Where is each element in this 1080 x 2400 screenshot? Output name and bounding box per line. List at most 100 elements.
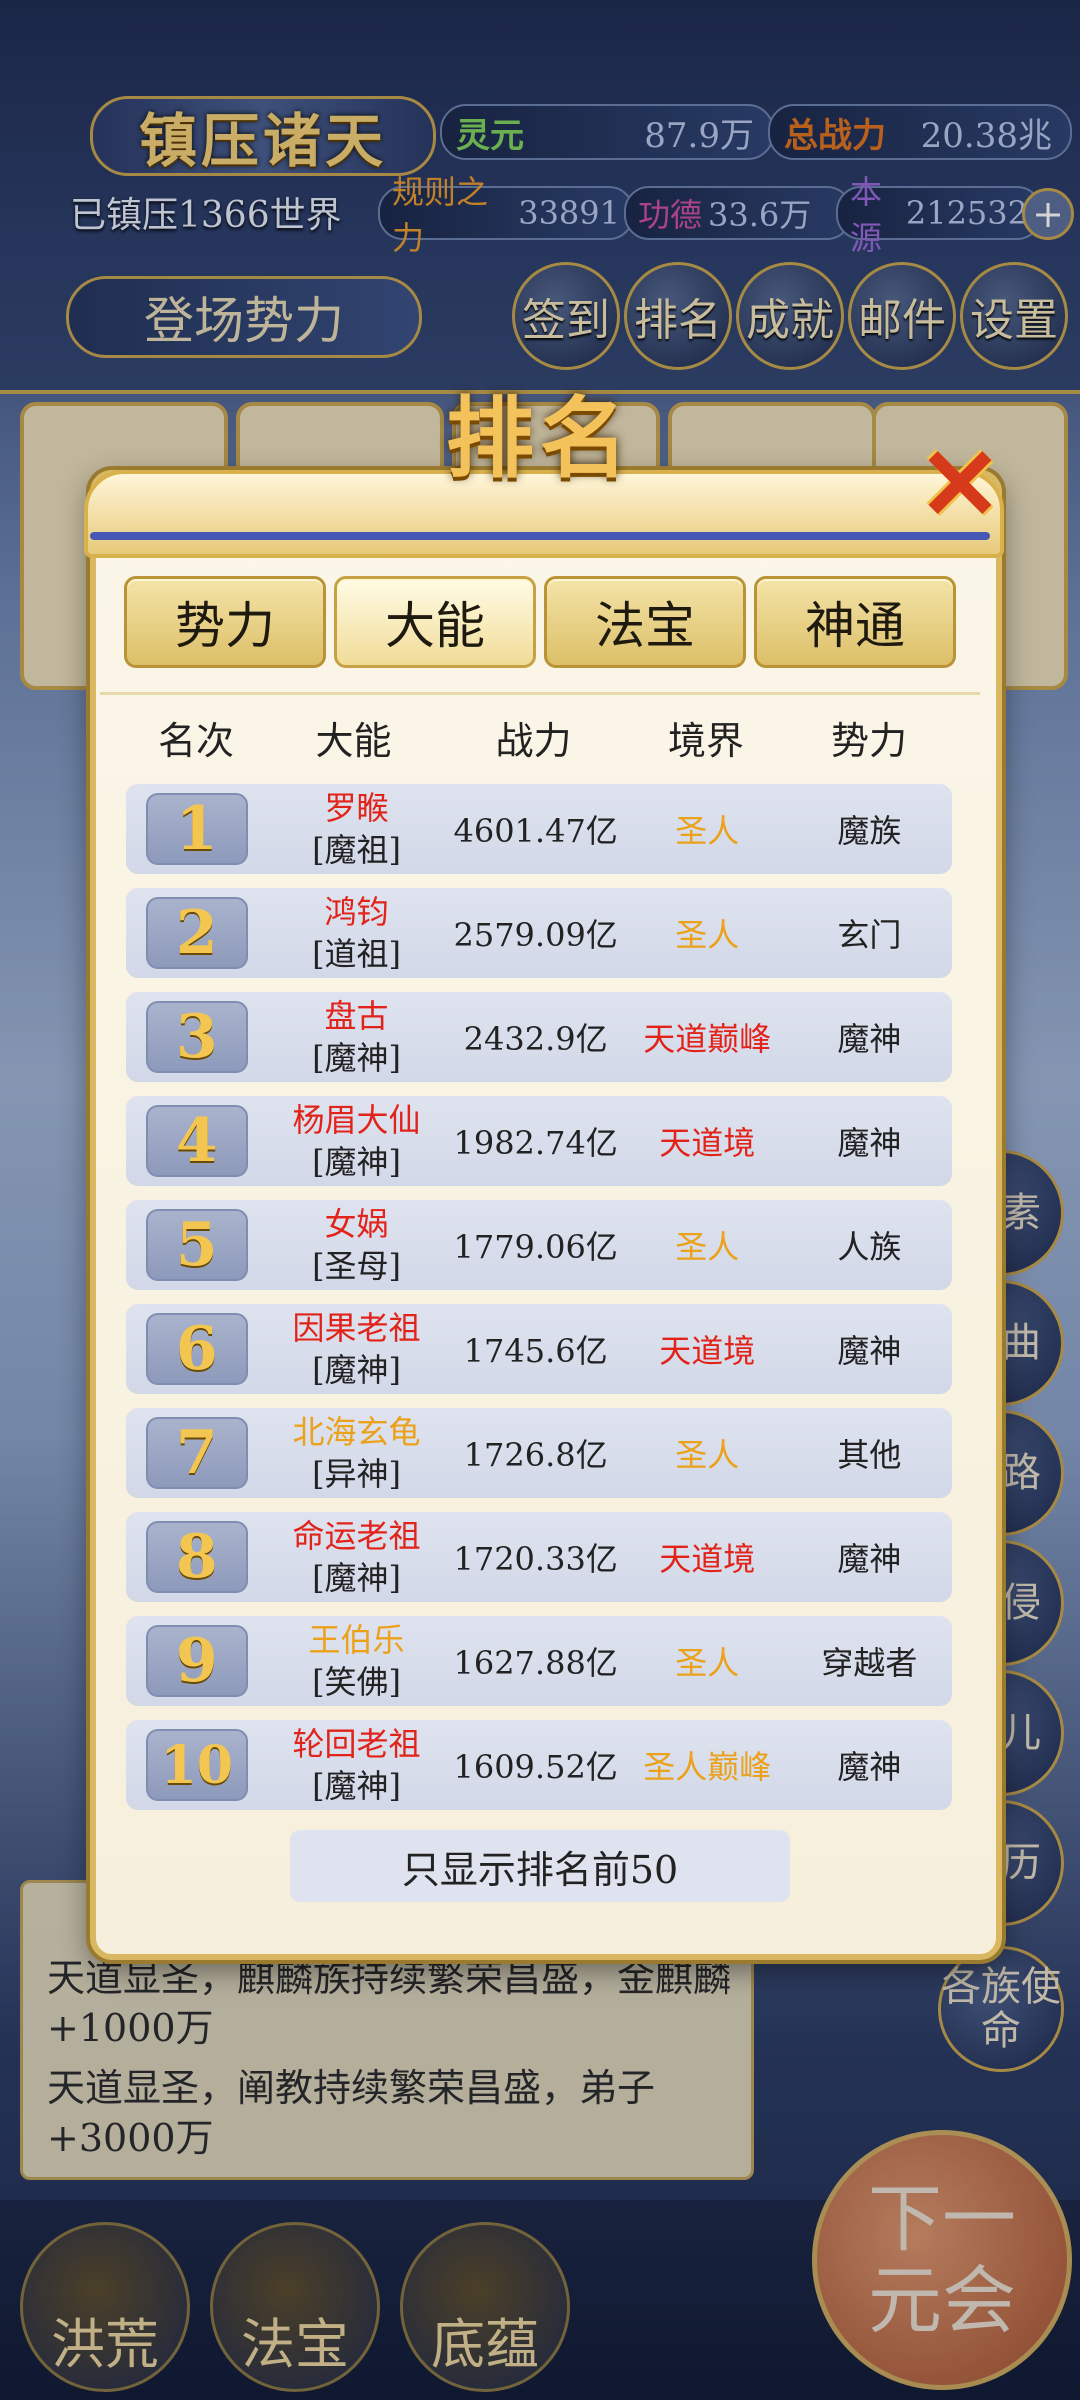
power-value: 1627.88亿 <box>453 1644 618 1682</box>
table-row[interactable]: 8 命运老祖 [魔神] 1720.33亿 天道境 魔神 <box>126 1512 952 1602</box>
character-name: 盘古 <box>324 997 389 1035</box>
character-name: 杨眉大仙 <box>292 1101 421 1139</box>
faction-value: 其他 <box>837 1436 902 1474</box>
character-title: [魔神] <box>312 1559 402 1597</box>
rank-badge: 2 <box>146 897 248 969</box>
modal-banner-line <box>90 532 990 540</box>
tab-daneng[interactable]: 大能 <box>334 576 536 668</box>
faction-value: 穿越者 <box>821 1644 918 1682</box>
realm-value: 圣人 <box>675 812 740 850</box>
character-name: 轮回老祖 <box>292 1725 421 1763</box>
close-icon[interactable]: ✕ <box>914 425 1006 543</box>
name-cell: 轮回老祖 [魔神] <box>270 1723 444 1807</box>
realm-value: 圣人 <box>675 916 740 954</box>
faction-value: 人族 <box>837 1228 902 1266</box>
header-name: 大能 <box>315 719 392 763</box>
power-value: 1982.74亿 <box>453 1124 618 1162</box>
character-name: 王伯乐 <box>308 1621 405 1659</box>
character-name: 鸿钧 <box>324 893 389 931</box>
tab-shentong[interactable]: 神通 <box>754 576 956 668</box>
character-name: 因果老祖 <box>292 1309 421 1347</box>
table-row[interactable]: 9 王伯乐 [笑佛] 1627.88亿 圣人 穿越者 <box>126 1616 952 1706</box>
character-title: [魔神] <box>312 1039 402 1077</box>
realm-value: 天道巅峰 <box>643 1020 772 1058</box>
rank-badge: 10 <box>146 1729 248 1801</box>
table-row[interactable]: 2 鸿钧 [道祖] 2579.09亿 圣人 玄门 <box>126 888 952 978</box>
table-row[interactable]: 6 因果老祖 [魔神] 1745.6亿 天道境 魔神 <box>126 1304 952 1394</box>
name-cell: 罗睺 [魔祖] <box>270 787 444 871</box>
header-power: 战力 <box>495 719 572 763</box>
realm-value: 圣人 <box>675 1436 740 1474</box>
header-realm: 境界 <box>667 719 744 763</box>
rank-badge: 5 <box>146 1209 248 1281</box>
character-name: 女娲 <box>324 1205 389 1243</box>
name-cell: 盘古 [魔神] <box>270 995 444 1079</box>
table-row[interactable]: 10 轮回老祖 [魔神] 1609.52亿 圣人巅峰 魔神 <box>126 1720 952 1810</box>
tab-label: 法宝 <box>595 597 695 655</box>
power-value: 2579.09亿 <box>453 916 618 954</box>
rank-badge: 8 <box>146 1521 248 1593</box>
character-name: 命运老祖 <box>292 1517 421 1555</box>
faction-value: 魔神 <box>837 1748 902 1786</box>
tab-label: 大能 <box>385 597 485 655</box>
faction-value: 魔神 <box>837 1540 902 1578</box>
table-row[interactable]: 7 北海玄龟 [异神] 1726.8亿 圣人 其他 <box>126 1408 952 1498</box>
power-value: 1720.33亿 <box>453 1540 618 1578</box>
rank-badge: 4 <box>146 1105 248 1177</box>
character-title: [道祖] <box>312 935 402 973</box>
character-name: 罗睺 <box>324 789 389 827</box>
power-value: 1609.52亿 <box>453 1748 618 1786</box>
rank-badge: 6 <box>146 1313 248 1385</box>
ranking-list: 1 罗睺 [魔祖] 4601.47亿 圣人 魔族 2 鸿钧 [道祖] 2579.09亿 圣人 玄门 3 盘… <box>126 784 952 1824</box>
character-name: 北海玄龟 <box>292 1413 421 1451</box>
faction-value: 玄门 <box>837 916 902 954</box>
table-row[interactable]: 5 女娲 [圣母] 1779.06亿 圣人 人族 <box>126 1200 952 1290</box>
realm-value: 天道境 <box>659 1124 756 1162</box>
tab-shili[interactable]: 势力 <box>124 576 326 668</box>
rank-badge: 1 <box>146 793 248 865</box>
name-cell: 杨眉大仙 [魔神] <box>270 1099 444 1183</box>
tab-label: 势力 <box>175 597 275 655</box>
header-divider <box>100 692 980 695</box>
name-cell: 王伯乐 [笑佛] <box>270 1619 444 1703</box>
realm-value: 天道境 <box>659 1540 756 1578</box>
name-cell: 因果老祖 [魔神] <box>270 1307 444 1391</box>
name-cell: 女娲 [圣母] <box>270 1203 444 1287</box>
faction-value: 魔神 <box>837 1124 902 1162</box>
character-title: [笑佛] <box>312 1663 402 1701</box>
character-title: [异神] <box>312 1455 402 1493</box>
name-cell: 命运老祖 [魔神] <box>270 1515 444 1599</box>
realm-value: 圣人 <box>675 1644 740 1682</box>
tab-label: 神通 <box>805 597 905 655</box>
table-row[interactable]: 3 盘古 [魔神] 2432.9亿 天道巅峰 魔神 <box>126 992 952 1082</box>
power-value: 4601.47亿 <box>453 812 618 850</box>
power-value: 1745.6亿 <box>463 1332 608 1370</box>
faction-value: 魔神 <box>837 1332 902 1370</box>
table-row[interactable]: 1 罗睺 [魔祖] 4601.47亿 圣人 魔族 <box>126 784 952 874</box>
character-title: [圣母] <box>312 1247 402 1285</box>
realm-value: 圣人 <box>675 1228 740 1266</box>
realm-value: 圣人巅峰 <box>643 1748 772 1786</box>
character-title: [魔神] <box>312 1143 402 1181</box>
footer-note: 只显示排名前50 <box>290 1830 790 1902</box>
character-title: [魔神] <box>312 1351 402 1389</box>
rank-badge: 7 <box>146 1417 248 1489</box>
character-title: [魔神] <box>312 1767 402 1805</box>
table-header: 名次 大能 战力 境界 势力 <box>126 710 952 770</box>
character-title: [魔祖] <box>312 831 402 869</box>
power-value: 1779.06亿 <box>453 1228 618 1266</box>
realm-value: 天道境 <box>659 1332 756 1370</box>
header-rank: 名次 <box>157 719 234 763</box>
tab-fabao[interactable]: 法宝 <box>544 576 746 668</box>
ranking-tabs: 势力 大能 法宝 神通 <box>124 576 956 668</box>
power-value: 2432.9亿 <box>463 1020 608 1058</box>
header-faction: 势力 <box>830 719 907 763</box>
table-row[interactable]: 4 杨眉大仙 [魔神] 1982.74亿 天道境 魔神 <box>126 1096 952 1186</box>
rank-badge: 9 <box>146 1625 248 1697</box>
power-value: 1726.8亿 <box>463 1436 608 1474</box>
name-cell: 鸿钧 [道祖] <box>270 891 444 975</box>
faction-value: 魔神 <box>837 1020 902 1058</box>
name-cell: 北海玄龟 [异神] <box>270 1411 444 1495</box>
faction-value: 魔族 <box>837 812 902 850</box>
rank-badge: 3 <box>146 1001 248 1073</box>
